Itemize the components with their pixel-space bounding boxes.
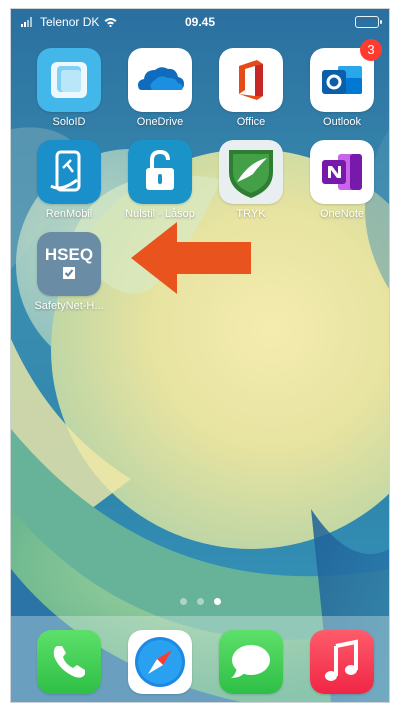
app-tryk[interactable]: TRYK [212,140,290,220]
dock-phone[interactable] [30,630,108,694]
hseq-icon-text: HSEQ [45,245,93,264]
phone-screen: Telenor DK 09.45 SoloID OneDrive Office … [10,8,390,703]
app-outlook[interactable]: 3 Outlook [303,39,382,128]
music-icon [310,630,374,694]
app-label: Nulstil - Låsop [125,208,195,220]
hseq-app-icon: HSEQ [37,232,101,296]
page-dot[interactable] [196,598,204,605]
app-soloid[interactable]: SoloID [30,48,108,128]
app-label: OneDrive [136,116,184,128]
app-label: Office [236,116,266,128]
notification-badge: 3 [360,39,382,61]
status-bar: Telenor DK 09.45 [11,9,389,35]
safari-icon [128,630,192,694]
soloid-app-icon [37,48,101,112]
nulstil-lasop-app-icon [128,140,192,204]
battery-icon [355,16,382,28]
renmobil-app-icon [37,140,101,204]
annotation-arrow-icon [131,222,251,294]
app-label: Outlook [323,116,361,128]
app-onedrive[interactable]: OneDrive [121,48,199,128]
phone-icon [37,630,101,694]
dock-safari[interactable] [121,630,199,694]
dock-messages[interactable] [212,630,290,694]
page-indicator[interactable] [11,598,389,605]
app-label: SafetyNet-H... [34,300,104,312]
app-label: TRYK [236,208,266,220]
app-nulstil-lasop[interactable]: Nulstil - Låsop [121,140,199,220]
app-label: RenMobil [45,208,93,220]
app-onenote[interactable]: OneNote [303,140,381,220]
app-safetynet-hseq[interactable]: HSEQ SafetyNet-H... [30,232,108,312]
app-office[interactable]: Office [212,48,290,128]
app-label: SoloID [52,116,86,128]
app-renmobil[interactable]: RenMobil [30,140,108,220]
messages-icon [219,630,283,694]
page-dot-active[interactable] [213,598,221,605]
page-dot[interactable] [179,598,187,605]
tryk-app-icon [219,140,283,204]
app-label: OneNote [319,208,365,220]
onedrive-app-icon [128,48,192,112]
dock-music[interactable] [303,630,381,694]
dock [11,616,389,702]
clock-time: 09.45 [184,15,216,29]
outlook-app-icon: 3 [310,39,382,112]
office-app-icon [219,48,283,112]
onenote-app-icon [310,140,374,204]
